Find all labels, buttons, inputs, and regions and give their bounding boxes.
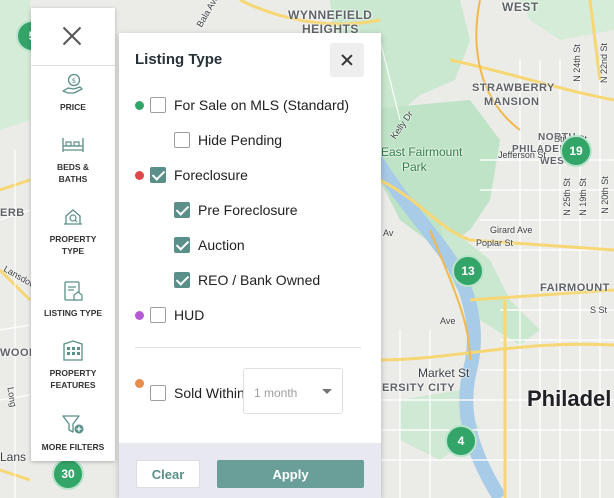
sidebar-item-label: PRICE [60,102,86,112]
map-label-ave: Ave [440,316,456,326]
map-label-university-city: ERSITY CITY [382,382,456,394]
bed-icon [62,138,84,152]
sidebar-item-label: LISTING TYPE [43,308,103,318]
sidebar-item-label: BEDS & BATHS [56,162,90,184]
option-reo-bank-owned[interactable]: REO / Bank Owned [174,270,320,290]
house-search-icon [64,209,82,225]
funnel-plus-icon [62,415,84,434]
sidebar-item-beds-baths[interactable]: BEDS & BATHS [31,132,115,185]
option-hide-pending[interactable]: Hide Pending [174,130,282,150]
chevron-down-icon [322,389,332,394]
map-label-jefferson-st: Jefferson St [498,150,546,160]
reo-label: REO / Bank Owned [198,272,321,288]
map-label-fairmount: FAIRMOUNT [540,282,610,294]
hide-pending-label: Hide Pending [198,132,283,148]
hud-label: HUD [174,307,205,323]
map-label-av: Av [383,228,394,238]
map-label-s-st: S St [590,305,608,315]
foreclosure-label: Foreclosure [174,167,248,183]
pre-foreclosure-label: Pre Foreclosure [198,202,298,218]
sidebar-item-label: MORE FILTERS [41,442,105,452]
map-cluster-marker[interactable]: 13 [452,255,484,287]
sidebar-item-listing-type[interactable]: LISTING TYPE [31,278,115,319]
hud-checkbox[interactable] [150,307,166,323]
map-label-lans: Lans [0,450,27,464]
option-auction[interactable]: Auction [174,235,245,255]
map-label-market-st: Market St [418,366,470,380]
sold-within-select-value: 1 month [254,386,298,400]
sold-within-select[interactable]: 1 month [243,368,343,414]
option-sold-within[interactable]: Sold Within [150,383,245,403]
foreclosure-color-dot [135,171,144,180]
for-sale-label: For Sale on MLS (Standard) [174,97,350,113]
sidebar-item-property-type[interactable]: PROPERTY TYPE [31,204,115,257]
close-sidebar-icon[interactable] [60,24,84,48]
panel-footer: Clear Apply [119,443,381,498]
hud-color-dot [135,311,144,320]
sold-within-label: Sold Within [174,385,245,401]
panel-divider [135,347,361,348]
map-label-n-22nd-st: N 22nd St [599,42,610,84]
sidebar-item-price[interactable]: $ PRICE [31,72,115,113]
sold-within-color-dot [135,379,144,388]
sidebar-item-label: PROPERTY TYPE [49,234,97,256]
map-cluster-marker[interactable]: 4 [445,425,477,457]
sidebar-item-label: PROPERTY FEATURES [49,368,97,390]
map-label-n-19th-st: N 19th St [577,178,588,216]
sold-within-checkbox[interactable] [150,385,166,401]
sidebar-divider [31,65,115,66]
price-hand-icon: $ [62,73,83,94]
panel-title: Listing Type [135,51,223,68]
map-label-girard-ave: Girard Ave [490,225,533,235]
map-label-west: WEST [502,0,539,14]
option-for-sale[interactable]: For Sale on MLS (Standard) [150,95,349,115]
map-label-erb: ERB [0,207,25,219]
option-pre-foreclosure[interactable]: Pre Foreclosure [174,200,298,220]
hide-pending-checkbox[interactable] [174,132,190,148]
map-label-strawberry: STRAWBERRY [472,82,555,94]
map-label-n-25th-st: N 25th St [561,178,572,216]
map-label-east-fairmount: East Fairmount [381,145,463,159]
map-label-wynnefield: WYNNEFIELD [288,8,373,22]
svg-text:$: $ [72,77,76,85]
auction-label: Auction [198,237,245,253]
map-cluster-marker[interactable]: 19 [560,135,592,167]
map-label-n-20th-st: N 20th St [599,176,610,214]
listing-type-panel: Listing Type For Sale on MLS (Standard) … [119,33,381,498]
sidebar-item-more-filters[interactable]: MORE FILTERS [31,412,115,453]
building-icon [63,340,83,361]
sidebar-item-property-features[interactable]: PROPERTY FEATURES [31,338,115,391]
for-sale-checkbox[interactable] [150,97,166,113]
option-hud[interactable]: HUD [150,305,204,325]
map-label-poplar-st: Poplar St [476,238,514,248]
pre-foreclosure-checkbox[interactable] [174,202,190,218]
clear-button[interactable]: Clear [136,460,200,488]
map-label-mansion: MANSION [484,96,540,108]
filter-sidebar: $ PRICE BEDS & BATHS PROPERTY TYPE LISTI… [31,8,115,461]
auction-checkbox[interactable] [174,237,190,253]
map-label-n-24th-st: N 24th St [571,44,582,82]
map-cluster-marker[interactable]: 30 [52,458,84,490]
map-label-park: Park [402,160,427,174]
for-sale-color-dot [135,101,144,110]
option-foreclosure[interactable]: Foreclosure [150,165,248,185]
reo-checkbox[interactable] [174,272,190,288]
apply-button[interactable]: Apply [217,460,364,488]
listing-clipboard-icon [64,281,83,301]
map-label-philadelphia: Philadel [527,386,612,411]
close-panel-button[interactable] [330,43,364,77]
foreclosure-checkbox[interactable] [150,167,166,183]
